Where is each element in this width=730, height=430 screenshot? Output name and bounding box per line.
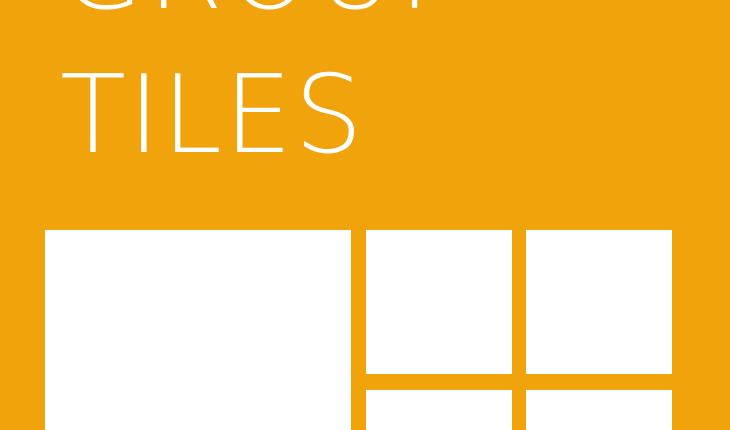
large-tile <box>45 230 351 430</box>
small-tile-bottom-left <box>366 390 512 430</box>
small-tile-top-right <box>526 230 672 374</box>
group-tiles-app-icon[interactable]: GROUP TILES <box>0 0 730 430</box>
small-tile-top-left <box>366 230 512 374</box>
small-tile-bottom-right <box>526 390 672 430</box>
title-line-group: GROUP <box>60 0 468 26</box>
title-line-tiles: TILES <box>60 53 365 178</box>
